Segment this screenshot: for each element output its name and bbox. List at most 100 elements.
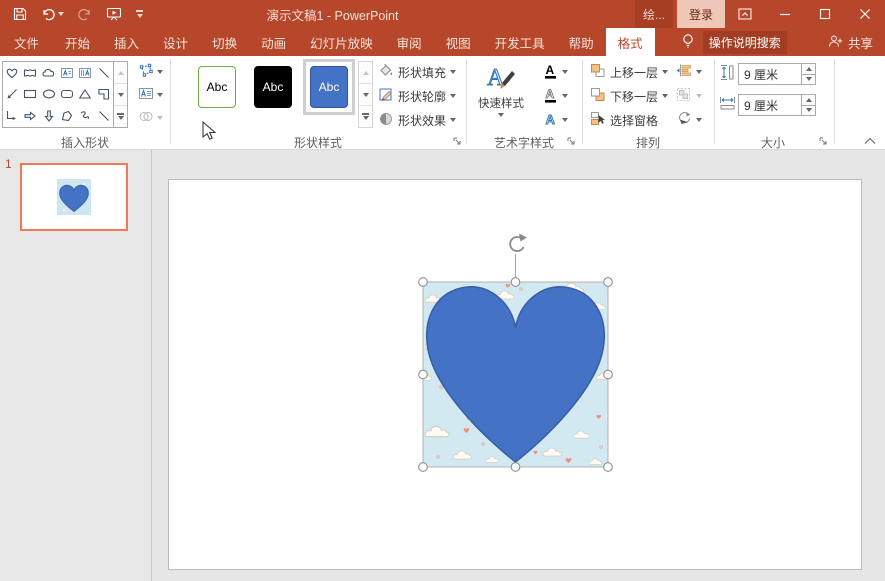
tell-me-search[interactable]: 操作说明搜索 [703,31,787,54]
text-effects-button[interactable]: A [536,109,574,131]
shape-corner-icon[interactable] [95,84,113,106]
shape-line-arrow-icon[interactable] [3,84,21,106]
shape-style-chip-1[interactable]: Abc [198,66,236,108]
edit-shape-button[interactable] [132,61,168,83]
shape-styles-dialog-launcher[interactable] [452,136,463,147]
maximize-icon [819,8,831,20]
width-spinner [801,95,815,115]
resize-handle-bottom[interactable] [511,463,520,472]
selection-pane-button[interactable]: 选择窗格 [590,109,658,131]
shape-style-chip-3-selected[interactable]: Abc [310,66,348,108]
shape-width-field[interactable]: 9 厘米 [738,94,816,116]
shape-outline-button[interactable]: 形状轮廓 [378,85,456,107]
shape-rectangle-icon[interactable] [21,84,39,106]
height-down-button[interactable] [802,74,815,85]
start-slideshow-button[interactable] [101,2,127,26]
bring-forward-button[interactable]: 上移一层 [590,61,668,83]
height-up-button[interactable] [802,64,815,74]
tab-file[interactable]: 文件 [0,28,53,56]
shape-triangle-icon[interactable] [76,84,94,106]
redo-button[interactable] [73,2,97,26]
shape-cloud-icon[interactable] [40,62,58,84]
size-dialog-launcher[interactable] [818,136,829,147]
shape-vertical-text-box-icon[interactable] [76,62,94,84]
resize-handle-top-left[interactable] [419,278,428,287]
tab-transitions[interactable]: 切换 [200,28,249,56]
tab-slideshow[interactable]: 幻灯片放映 [298,28,385,56]
resize-handle-left[interactable] [419,370,428,379]
customize-qat-button[interactable] [131,2,148,26]
shape-style-chip-2[interactable]: Abc [254,66,292,108]
height-value[interactable]: 9 厘米 [739,64,801,84]
text-fill-button[interactable]: A [536,61,574,83]
quick-styles-button[interactable]: A 快速样式 [474,61,528,129]
tab-help[interactable]: 帮助 [557,28,606,56]
shape-height-field[interactable]: 9 厘米 [738,63,816,85]
resize-handle-bottom-right[interactable] [604,463,613,472]
close-icon [859,8,871,20]
share-button[interactable]: 共享 [828,28,873,56]
shape-text-box-icon[interactable] [58,62,76,84]
resize-handle-top[interactable] [511,278,520,287]
tab-animations[interactable]: 动画 [249,28,298,56]
slide-number: 1 [5,157,12,171]
shape-down-arrow-icon[interactable] [40,105,58,127]
wordart-dialog-launcher[interactable] [566,136,577,147]
shape-heart-icon[interactable] [3,62,21,84]
contextual-tab-drawing-tools[interactable]: 绘... [635,0,673,28]
rotate-icon [676,111,692,129]
gallery-scroll-down-button[interactable] [114,83,127,105]
draw-textbox-button[interactable] [132,84,168,106]
ribbon-display-options-button[interactable] [725,0,765,28]
align-button[interactable] [676,61,702,83]
sign-in-button[interactable]: 登录 [677,0,725,28]
tab-home[interactable]: 开始 [53,28,102,56]
styles-scroll-down-button[interactable] [359,83,372,105]
rotate-handle-icon[interactable] [510,234,527,252]
maximize-button[interactable] [805,0,845,28]
shape-rounded-rectangle-icon[interactable] [58,84,76,106]
collapse-ribbon-button[interactable] [862,134,878,148]
shape-effects-button[interactable]: 形状效果 [378,109,456,131]
shape-line-icon[interactable] [95,62,113,84]
svg-text:A: A [545,87,554,101]
tab-review[interactable]: 审阅 [385,28,434,56]
merge-shapes-button[interactable] [132,107,168,129]
shape-line2-icon[interactable] [95,105,113,127]
gallery-scroll-up-button[interactable] [114,62,127,83]
width-down-button[interactable] [802,105,815,116]
close-button[interactable] [845,0,885,28]
styles-scroll-up-button[interactable] [359,62,372,83]
rotate-button[interactable] [676,109,702,131]
undo-button[interactable] [36,2,69,26]
shape-freeform-icon[interactable] [58,105,76,127]
shape-right-arrow-icon[interactable] [21,105,39,127]
shape-wave-icon[interactable] [21,62,39,84]
resize-handle-top-right[interactable] [604,278,613,287]
shape-oval-icon[interactable] [40,84,58,106]
shapes-gallery-scrollbar [114,61,128,128]
slide-thumbnail-panel: 1 [0,150,152,581]
gallery-more-button[interactable] [114,105,127,127]
send-backward-button[interactable]: 下移一层 [590,85,668,107]
width-value[interactable]: 9 厘米 [739,95,801,115]
text-outline-icon: A [543,87,558,106]
tab-format[interactable]: 格式 [606,28,655,56]
tab-design[interactable]: 设计 [151,28,200,56]
styles-more-button[interactable] [359,105,372,127]
tab-view[interactable]: 视图 [434,28,483,56]
resize-handle-right[interactable] [604,370,613,379]
resize-handle-bottom-left[interactable] [419,463,428,472]
tab-developer[interactable]: 开发工具 [483,28,557,56]
save-button[interactable] [8,2,32,26]
shape-scribble-icon[interactable] [76,105,94,127]
text-outline-button[interactable]: A [536,85,574,107]
edit-shape-icon [138,63,154,81]
shape-fill-button[interactable]: 形状填充 [378,61,456,83]
shape-elbow-arrow-connector-icon[interactable] [3,105,21,127]
group-button[interactable] [676,85,702,107]
tab-insert[interactable]: 插入 [102,28,151,56]
width-up-button[interactable] [802,95,815,105]
minimize-button[interactable] [765,0,805,28]
slide-thumbnail-1[interactable] [20,163,128,231]
